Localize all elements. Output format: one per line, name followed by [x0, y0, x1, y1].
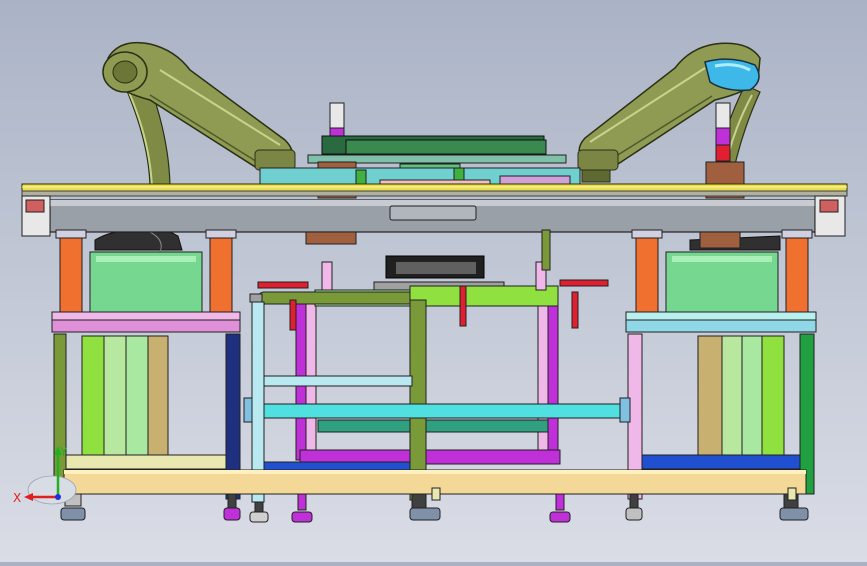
foot-4 [291, 493, 313, 523]
y-axis-label: Y [59, 445, 68, 459]
left-support[interactable] [51, 229, 241, 500]
foot-3 [249, 501, 269, 523]
assembly-drawing: X Y [13, 41, 848, 523]
main-beam[interactable] [21, 195, 846, 237]
z-axis-dot [55, 494, 61, 500]
right-support[interactable] [625, 229, 817, 500]
foot-6 [549, 493, 571, 523]
top-rail[interactable] [21, 183, 848, 197]
cad-viewport[interactable]: X Y [0, 0, 867, 562]
x-axis-label: X [13, 491, 21, 505]
